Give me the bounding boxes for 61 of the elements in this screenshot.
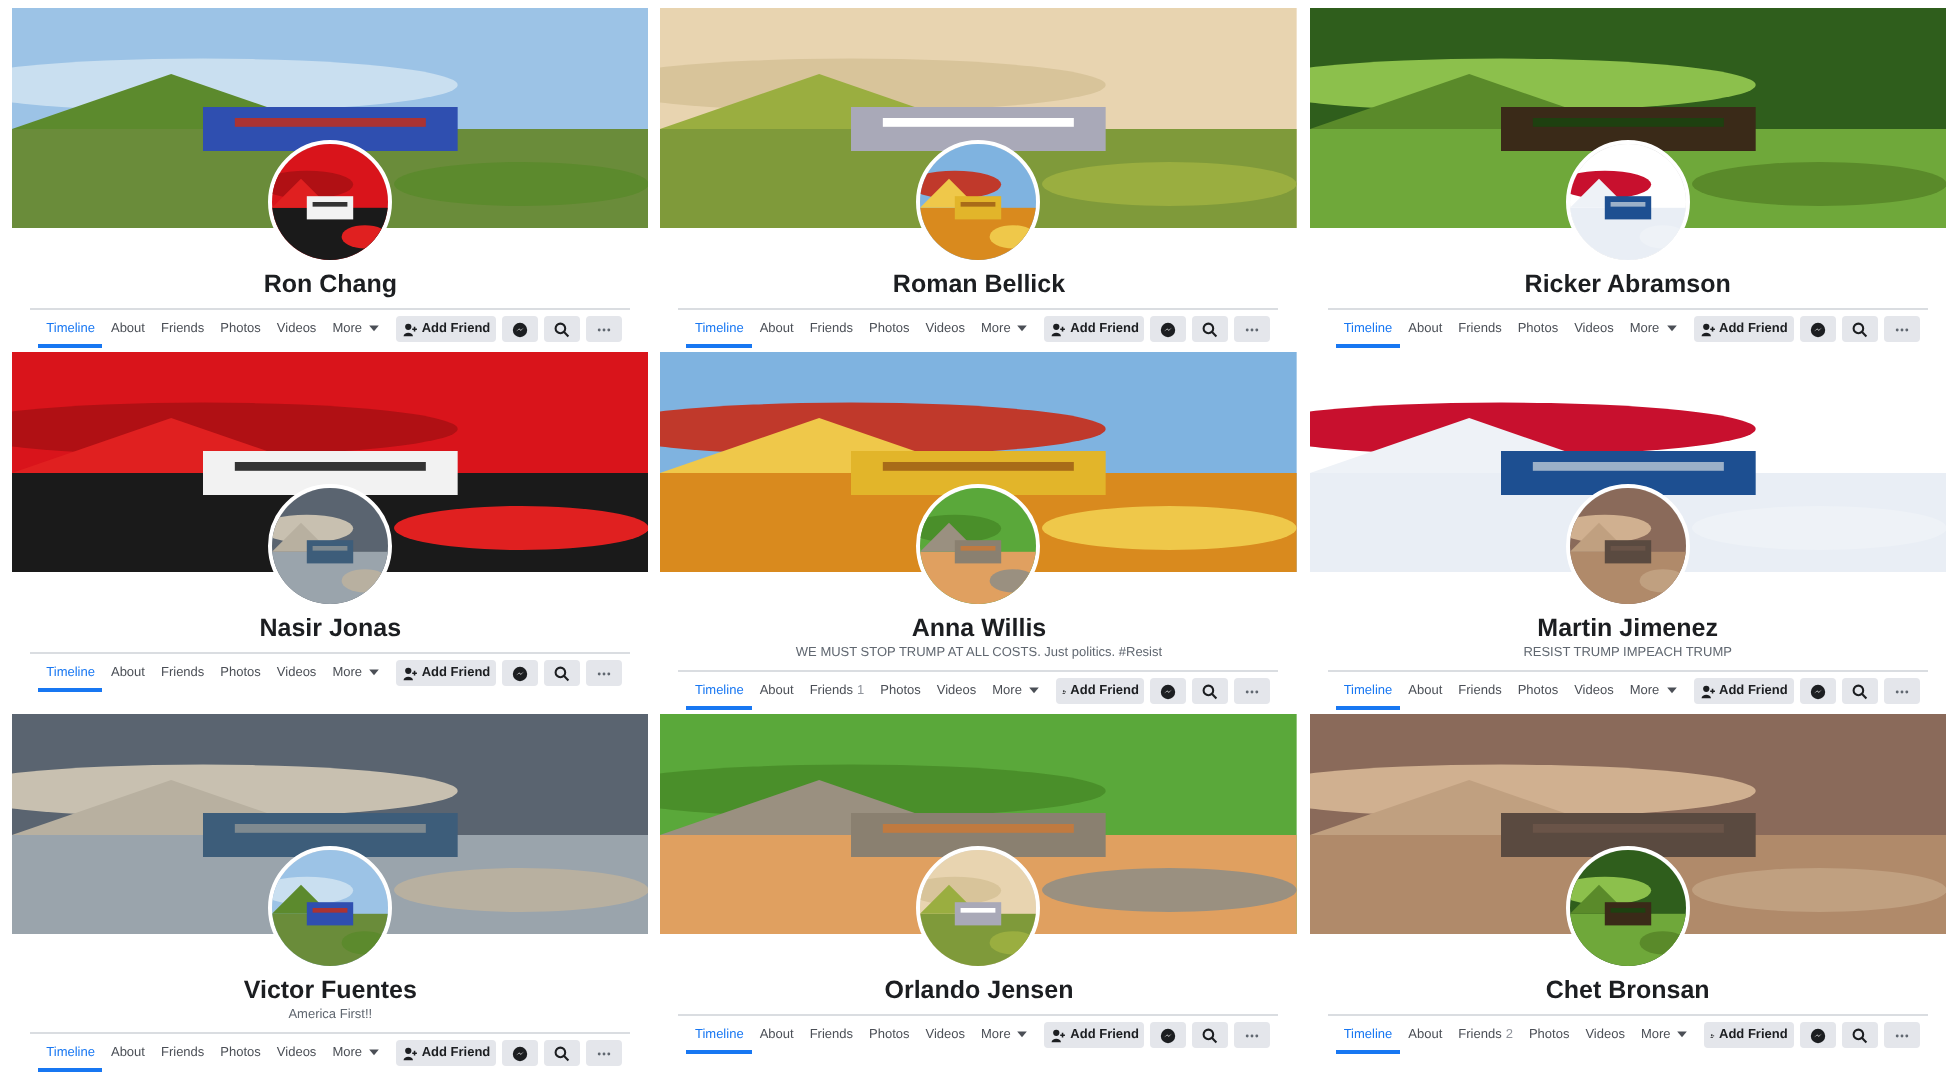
- search-icon: [1851, 321, 1868, 337]
- messenger-icon: [1809, 683, 1826, 699]
- message-button[interactable]: [1150, 1022, 1187, 1048]
- add-person-icon: [402, 1045, 418, 1061]
- caret-icon: [1663, 682, 1680, 698]
- profile-name: Roman Bellick: [892, 270, 1066, 298]
- search-button[interactable]: [1192, 678, 1229, 704]
- caret-icon: [1014, 320, 1031, 336]
- profile-name: Ricker Abramson: [1524, 270, 1731, 298]
- add-person-icon: [1699, 683, 1716, 699]
- message-button[interactable]: [1799, 1022, 1836, 1048]
- search-button[interactable]: [1841, 316, 1878, 342]
- caret-icon: [366, 664, 382, 680]
- profile-name: Nasir Jonas: [259, 614, 402, 642]
- messenger-icon: [1160, 683, 1177, 699]
- add-person-icon: [1050, 321, 1067, 337]
- message-button[interactable]: [502, 660, 539, 686]
- profile-name: Victor Fuentes: [243, 976, 417, 1004]
- message-button[interactable]: [502, 1040, 539, 1066]
- caret-icon: [1663, 320, 1680, 336]
- add-person-icon: [1050, 1027, 1067, 1043]
- caret-icon: [366, 1044, 382, 1060]
- search-button[interactable]: [544, 1040, 581, 1066]
- profile-name: Orlando Jensen: [884, 976, 1074, 1004]
- search-icon: [554, 321, 571, 337]
- caret-icon: [1025, 682, 1042, 698]
- search-icon: [1202, 683, 1219, 699]
- message-button[interactable]: [1799, 316, 1836, 342]
- search-button[interactable]: [544, 660, 581, 686]
- search-icon: [1851, 683, 1868, 699]
- message-button[interactable]: [1799, 678, 1836, 704]
- search-icon: [554, 665, 571, 681]
- messenger-icon: [1160, 1027, 1177, 1043]
- search-icon: [1202, 1027, 1219, 1043]
- message-button[interactable]: [1150, 678, 1187, 704]
- profile-name: Ron Chang: [263, 270, 397, 298]
- search-icon: [1851, 1027, 1868, 1043]
- add-person-icon: [402, 665, 418, 681]
- search-button[interactable]: [1192, 1022, 1229, 1048]
- messenger-icon: [1809, 321, 1826, 337]
- profile-name: Chet Bronsan: [1545, 976, 1710, 1004]
- messenger-icon: [1809, 1027, 1826, 1043]
- search-button[interactable]: [1192, 316, 1229, 342]
- search-icon: [554, 1045, 571, 1061]
- messenger-icon: [512, 665, 529, 681]
- profile-name: Anna Willis: [911, 614, 1047, 642]
- search-icon: [1202, 321, 1219, 337]
- messenger-icon: [1160, 321, 1177, 337]
- messenger-icon: [512, 321, 529, 337]
- search-button[interactable]: [1841, 678, 1878, 704]
- add-person-icon: [402, 321, 418, 337]
- add-person-icon: [1699, 321, 1716, 337]
- message-button[interactable]: [502, 316, 539, 342]
- caret-icon: [1014, 1026, 1031, 1042]
- search-button[interactable]: [1841, 1022, 1878, 1048]
- messenger-icon: [512, 1045, 529, 1061]
- caret-icon: [1674, 1026, 1691, 1042]
- search-button[interactable]: [544, 316, 581, 342]
- profile-name: Martin Jimenez: [1537, 614, 1718, 642]
- caret-icon: [366, 320, 382, 336]
- message-button[interactable]: [1150, 316, 1187, 342]
